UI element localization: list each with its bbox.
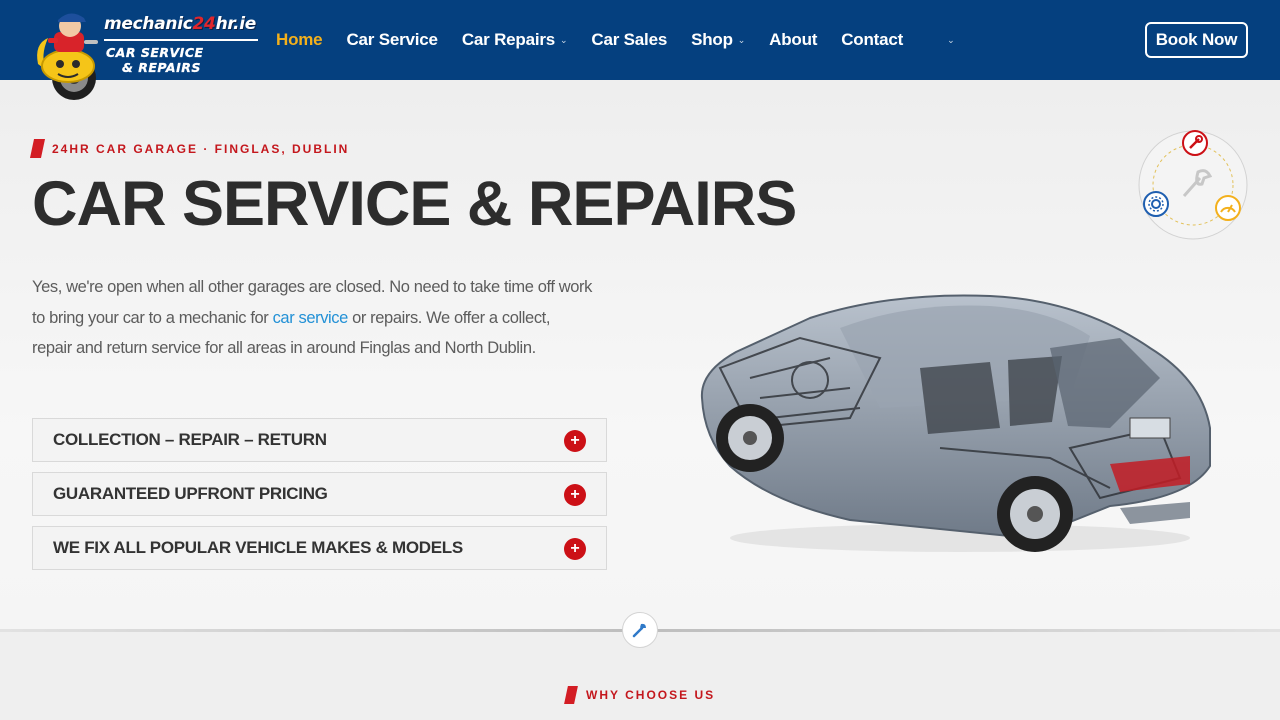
- why-choose-us-eyebrow: WHY CHOOSE US: [564, 686, 716, 704]
- more-menu-chevron-icon[interactable]: ⌄: [947, 35, 955, 46]
- hero-title: CAR SERVICE & REPAIRS: [32, 169, 797, 239]
- nav-about[interactable]: About: [769, 30, 817, 50]
- why-choose-us-text: WHY CHOOSE US: [586, 688, 716, 702]
- gauge-icon: [1215, 195, 1241, 221]
- accordion-item-makes[interactable]: WE FIX ALL POPULAR VEHICLE MAKES & MODEL…: [32, 526, 607, 570]
- main-nav: Home Car Service Car Repairs ⌄ Car Sales …: [276, 0, 955, 80]
- logo-title-accent: 24: [192, 14, 216, 34]
- red-slash-decoration: [564, 686, 578, 704]
- nav-car-repairs-label: Car Repairs: [461, 30, 556, 49]
- hero-description: Yes, we're open when all other garages a…: [32, 272, 592, 364]
- gear-icon: [1143, 191, 1169, 217]
- red-slash-decoration: [29, 139, 46, 158]
- mechanic-mascot-icon: [37, 13, 98, 100]
- nav-home-label: Home: [276, 30, 323, 49]
- hero-eyebrow: 24HR CAR GARAGE · FINGLAS, DUBLIN: [29, 139, 350, 158]
- nav-car-repairs[interactable]: Car Repairs ⌄: [462, 30, 568, 50]
- accordion-item-collection[interactable]: COLLECTION – REPAIR – RETURN +: [32, 418, 607, 462]
- nav-contact[interactable]: Contact: [841, 30, 903, 50]
- plus-icon[interactable]: +: [564, 484, 586, 506]
- nav-car-sales-label: Car Sales: [591, 30, 668, 49]
- chevron-down-icon: ⌄: [737, 34, 746, 45]
- accordion-label: WE FIX ALL POPULAR VEHICLE MAKES & MODEL…: [53, 538, 463, 557]
- nav-shop-label: Shop: [691, 30, 733, 49]
- accordion-label: GUARANTEED UPFRONT PRICING: [53, 484, 328, 503]
- nav-contact-label: Contact: [841, 30, 904, 49]
- wrench-icon: [622, 612, 658, 648]
- car-service-link[interactable]: car service: [273, 309, 349, 327]
- car-cutaway-image: [700, 294, 1211, 552]
- accordion-label: COLLECTION – REPAIR – RETURN: [53, 430, 327, 449]
- logo-title: mechanic24hr.ie: [104, 14, 256, 34]
- plus-icon[interactable]: +: [564, 538, 586, 560]
- wrench-icon: [1182, 130, 1208, 156]
- book-now-button[interactable]: Book Now: [1145, 22, 1248, 58]
- nav-car-service-label: Car Service: [346, 30, 438, 49]
- nav-car-sales[interactable]: Car Sales: [591, 30, 667, 50]
- nav-shop[interactable]: Shop ⌄: [691, 30, 745, 50]
- accordion-item-pricing[interactable]: GUARANTEED UPFRONT PRICING +: [32, 472, 607, 516]
- site-logo[interactable]: mechanic24hr.ie CAR SERVICE & REPAIRS: [30, 4, 262, 104]
- logo-title-main: mechanic: [104, 14, 193, 34]
- nav-about-label: About: [769, 30, 818, 49]
- hero-eyebrow-text: 24HR CAR GARAGE · FINGLAS, DUBLIN: [52, 141, 350, 156]
- nav-home[interactable]: Home: [276, 30, 323, 50]
- logo-divider: [104, 39, 258, 41]
- chevron-down-icon: ⌄: [560, 34, 568, 45]
- logo-subtitle-2: & REPAIRS: [122, 60, 201, 75]
- services-orbit-graphic: [1138, 130, 1248, 240]
- nav-car-service[interactable]: Car Service: [346, 30, 438, 50]
- logo-subtitle-1: CAR SERVICE: [106, 45, 204, 60]
- logo-title-end: hr.ie: [215, 14, 257, 34]
- plus-icon[interactable]: +: [564, 430, 586, 452]
